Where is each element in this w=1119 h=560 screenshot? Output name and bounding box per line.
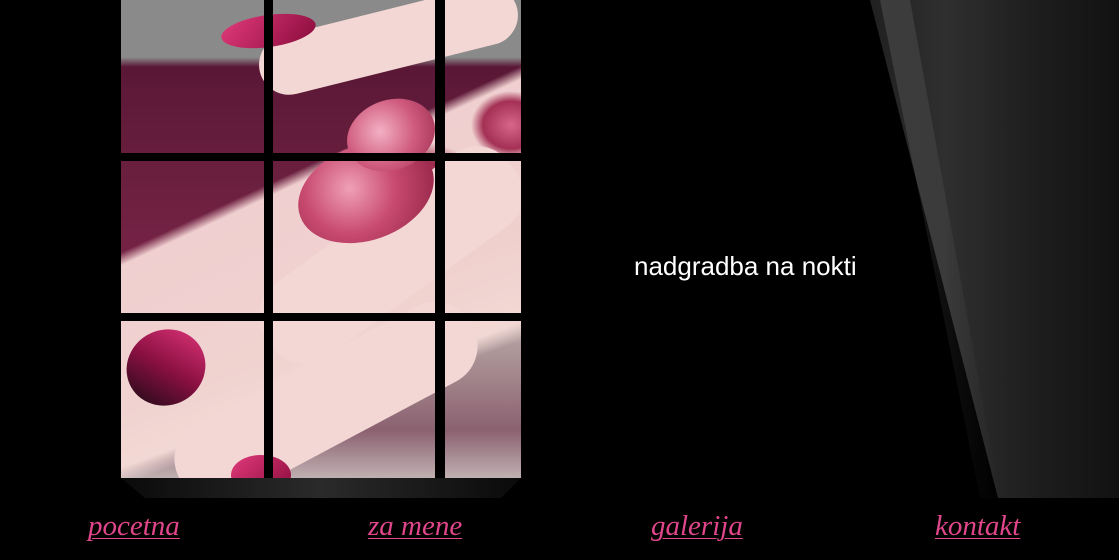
grid-divider: [435, 0, 445, 478]
page-headline: nadgradba na nokti: [634, 251, 857, 281]
banner: nadgradba na nokti: [0, 0, 1119, 498]
grid-divider: [121, 313, 521, 321]
nav-link-galerija[interactable]: galerija: [651, 510, 743, 543]
nav-link-za-mene[interactable]: za mene: [368, 510, 462, 543]
nail-photo: [121, 0, 521, 478]
grid-divider: [121, 153, 521, 161]
grid-divider: [264, 0, 273, 478]
nav-link-pocetna[interactable]: pocetna: [88, 510, 180, 543]
photo-reflection: [121, 478, 521, 498]
main-nav: pocetna za mene galerija kontakt: [0, 498, 1119, 560]
photo-nail: [121, 315, 220, 420]
nav-link-kontakt[interactable]: kontakt: [935, 510, 1020, 543]
